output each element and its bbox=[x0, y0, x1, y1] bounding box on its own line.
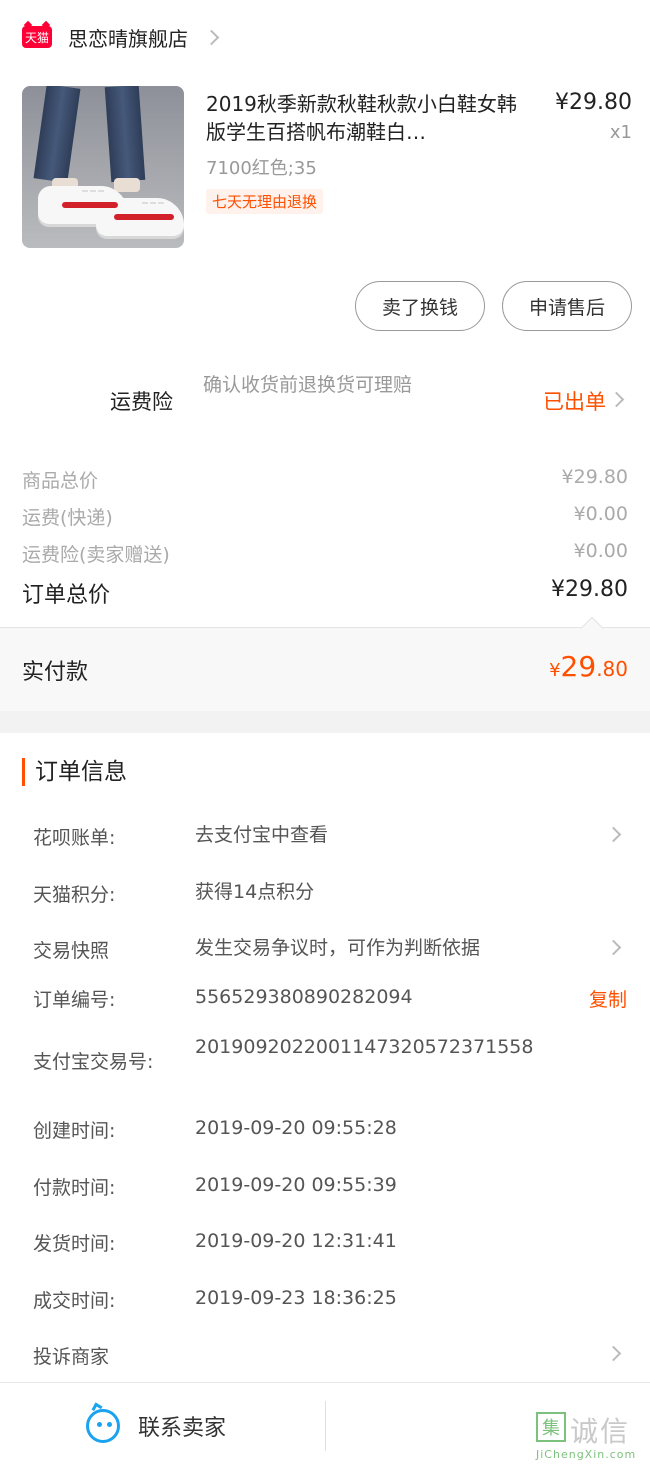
order-total-value: ¥29.80 bbox=[551, 577, 628, 602]
insurance-desc: 确认收货前退换货可理赔 bbox=[203, 374, 413, 396]
order-number: 556529380890282094 bbox=[195, 986, 413, 1008]
info-label: 花呗账单: bbox=[33, 827, 116, 849]
price-label: 运费险(卖家赠送) bbox=[22, 544, 170, 566]
info-label: 成交时间: bbox=[33, 1290, 116, 1312]
product-item[interactable]: 2019秋季新款秋鞋秋款小白鞋女韩版学生百搭帆布潮鞋白… 7100红色;35 七… bbox=[22, 86, 632, 250]
info-value: 获得14点积分 bbox=[195, 881, 315, 903]
price-value: ¥0.00 bbox=[573, 540, 628, 562]
info-value[interactable]: 发生交易争议时，可作为判断依据 bbox=[195, 936, 545, 961]
copy-button[interactable]: 复制 bbox=[589, 985, 627, 1012]
info-value: 2019-09-20 09:55:28 bbox=[195, 1117, 397, 1139]
section-divider bbox=[0, 711, 650, 733]
order-info-title: 订单信息 bbox=[22, 758, 127, 786]
chevron-right-icon[interactable] bbox=[605, 1345, 622, 1362]
info-label: 付款时间: bbox=[33, 1177, 116, 1199]
insurance-label: 运费险 bbox=[110, 390, 173, 414]
order-total-label: 订单总价 bbox=[22, 583, 111, 608]
product-price: ¥29.80 bbox=[555, 90, 632, 115]
contact-seller-button[interactable]: 联系卖家 bbox=[86, 1402, 227, 1443]
chevron-right-icon[interactable] bbox=[608, 391, 625, 408]
price-value: ¥29.80 bbox=[561, 466, 628, 488]
insurance-status[interactable]: 已出单 bbox=[543, 386, 606, 416]
info-value: 2019-09-23 18:36:25 bbox=[195, 1287, 397, 1309]
tmall-logo-icon: 天猫 bbox=[22, 26, 52, 48]
chevron-right-icon[interactable] bbox=[605, 939, 622, 956]
info-label: 交易快照 bbox=[33, 940, 110, 962]
watermark-box: 集 bbox=[536, 1412, 566, 1442]
price-row-shipping: 运费(快递) ¥0.00 bbox=[22, 503, 628, 530]
chevron-right-icon[interactable] bbox=[605, 826, 622, 843]
order-total-row: 订单总价 ¥29.80 bbox=[22, 577, 628, 609]
paid-amount: ¥29.80 bbox=[549, 650, 628, 683]
product-image[interactable] bbox=[22, 86, 184, 248]
complain-seller-link[interactable]: 投诉商家 bbox=[33, 1342, 109, 1369]
sell-button[interactable]: 卖了换钱 bbox=[355, 281, 485, 331]
price-row-insurance: 运费险(卖家赠送) ¥0.00 bbox=[22, 540, 628, 567]
tmall-logo-text: 天猫 bbox=[24, 30, 49, 45]
after-sale-button[interactable]: 申请售后 bbox=[502, 281, 632, 331]
info-value: 2019-09-20 09:55:39 bbox=[195, 1174, 397, 1196]
chevron-right-icon[interactable] bbox=[203, 29, 220, 45]
paid-amount-box: 实付款 ¥29.80 bbox=[0, 616, 650, 711]
info-label: 发货时间: bbox=[33, 1233, 116, 1255]
product-quantity: x1 bbox=[609, 122, 632, 143]
info-label: 订单编号: bbox=[33, 989, 116, 1011]
alipay-trade-number: 2019092022001147320572371558 bbox=[195, 1036, 534, 1058]
info-label: 支付宝交易号: bbox=[33, 1051, 154, 1073]
return-policy-badge: 七天无理由退换 bbox=[206, 189, 324, 214]
bar-separator bbox=[325, 1401, 326, 1451]
price-row-goods: 商品总价 ¥29.80 bbox=[22, 466, 628, 493]
price-label: 运费(快递) bbox=[22, 507, 113, 529]
shop-name[interactable]: 思恋晴旗舰店 bbox=[68, 23, 188, 52]
watermark: 集 诚信 JiChengXin.com bbox=[532, 1410, 648, 1464]
product-spec: 7100红色;35 bbox=[206, 158, 317, 179]
watermark-text: 诚信 bbox=[570, 1415, 631, 1448]
contact-seller-icon bbox=[86, 1402, 120, 1443]
product-title[interactable]: 2019秋季新款秋鞋秋款小白鞋女韩版学生百搭帆布潮鞋白… bbox=[206, 90, 526, 146]
info-value: 2019-09-20 12:31:41 bbox=[195, 1230, 397, 1252]
contact-seller-label: 联系卖家 bbox=[138, 1416, 227, 1441]
info-value[interactable]: 去支付宝中查看 bbox=[195, 823, 545, 848]
info-label: 创建时间: bbox=[33, 1120, 116, 1142]
shop-header[interactable]: 天猫 思恋晴旗舰店 bbox=[0, 0, 650, 74]
price-value: ¥0.00 bbox=[573, 503, 628, 525]
paid-label: 实付款 bbox=[22, 660, 89, 685]
info-label: 天猫积分: bbox=[33, 884, 116, 906]
watermark-sub: JiChengXin.com bbox=[536, 1448, 637, 1461]
price-label: 商品总价 bbox=[22, 470, 99, 492]
